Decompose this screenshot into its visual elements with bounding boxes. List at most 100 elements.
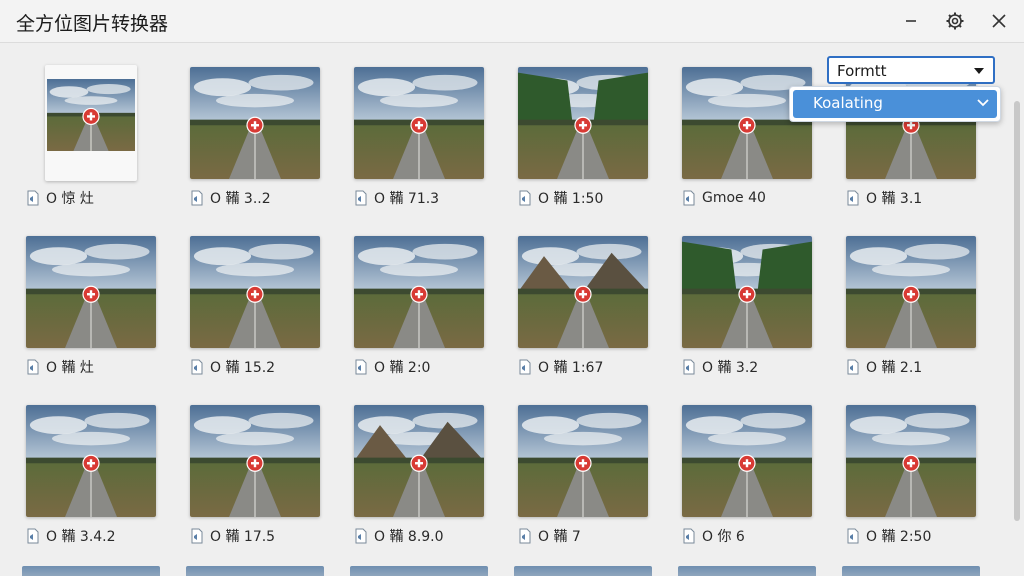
content-area: O 惊 灶 O 鞴 3..2 O 鞴 71.3 O 鞴 1:50 Gmoe 40… [0,43,1024,576]
image-card[interactable]: O 鞴 71.3 [350,63,488,207]
thumbnail-frame [350,232,488,352]
image-thumbnail[interactable] [354,236,484,348]
image-label: O 鞴 8.9.0 [374,529,444,545]
format-dropdown: Koalating [789,86,1001,122]
file-icon [683,190,695,206]
image-label: O 鞴 7 [538,529,581,545]
image-thumbnail[interactable] [846,236,976,348]
partial-thumbnail[interactable] [186,566,324,576]
image-card[interactable]: Gmoe 40 [678,63,816,206]
thumbnail-frame [186,401,324,521]
partial-thumbnail[interactable] [350,566,488,576]
image-card[interactable]: O 鞴 3.1 [842,63,980,207]
dropdown-option[interactable]: Koalating [793,90,997,118]
image-thumbnail[interactable] [518,67,648,179]
image-card[interactable]: O 鞴 灶 [22,232,160,376]
format-select[interactable]: Formtt [827,56,995,84]
image-caption: O 鞴 17.5 [190,527,275,545]
partial-thumbnail[interactable] [678,566,816,576]
image-card[interactable]: O 鞴 2:0 [350,232,488,376]
partial-thumbnail[interactable] [842,566,980,576]
file-icon [191,528,203,544]
image-thumbnail[interactable] [682,405,812,517]
image-card[interactable]: O 鞴 7 [514,401,652,545]
image-label: O 你 6 [702,529,745,545]
image-thumbnail[interactable] [190,405,320,517]
image-caption: O 惊 灶 [26,189,94,207]
image-thumbnail[interactable] [190,67,320,179]
image-thumbnail[interactable] [518,236,648,348]
image-thumbnail[interactable] [354,405,484,517]
file-icon [847,528,859,544]
thumbnail-frame [350,401,488,521]
thumbnail-frame [186,232,324,352]
image-label: O 鞴 2.1 [866,360,923,376]
image-card[interactable]: O 你 6 [678,401,816,545]
thumbnail-frame [678,63,816,183]
image-caption: O 鞴 灶 [26,358,94,376]
thumbnail-frame [350,63,488,183]
scrollbar[interactable] [1014,101,1020,521]
image-caption: O 鞴 3.2 [682,358,758,376]
thumbnail-frame [186,63,324,183]
dropdown-option-label: Koalating [813,94,883,112]
image-thumbnail[interactable] [518,405,648,517]
image-caption: O 鞴 3.4.2 [26,527,116,545]
image-caption: O 鞴 1:50 [518,189,603,207]
image-card[interactable]: O 鞴 8.9.0 [350,401,488,545]
partial-thumbnail[interactable] [22,566,160,576]
title-bar: 全方位图片转换器 [0,0,1024,43]
image-card[interactable]: O 鞴 17.5 [186,401,324,545]
image-card[interactable]: O 鞴 15.2 [186,232,324,376]
image-card[interactable]: O 惊 灶 [22,63,160,207]
file-icon [355,190,367,206]
image-thumbnail[interactable] [190,236,320,348]
file-icon [27,190,39,206]
image-thumbnail[interactable] [26,236,156,348]
chevron-down-icon [974,68,984,74]
file-icon [683,528,695,544]
image-card[interactable]: O 鞴 1:67 [514,232,652,376]
image-label: Gmoe 40 [702,190,766,206]
image-caption: O 鞴 2.1 [846,358,922,376]
file-icon [191,359,203,375]
image-card[interactable]: O 鞴 3.2 [678,232,816,376]
image-thumbnail[interactable] [682,67,812,179]
settings-button[interactable] [940,6,970,36]
image-thumbnail[interactable] [45,65,137,181]
file-icon [27,528,39,544]
image-thumbnail[interactable] [682,236,812,348]
minimize-button[interactable] [896,6,926,36]
app-title: 全方位图片转换器 [16,13,169,35]
file-icon [191,190,203,206]
thumbnail-frame [678,232,816,352]
image-label: O 鞴 3..2 [210,191,271,207]
close-button[interactable] [984,6,1014,36]
file-icon [519,190,531,206]
image-thumbnail[interactable] [26,405,156,517]
image-caption: Gmoe 40 [682,189,766,207]
image-thumbnail[interactable] [846,405,976,517]
thumbnail-frame [842,232,980,352]
thumbnail-frame [514,232,652,352]
thumbnail-frame [22,63,160,183]
thumbnail-frame [514,63,652,183]
image-caption: O 鞴 3..2 [190,189,271,207]
image-label: O 鞴 71.3 [374,191,440,207]
partial-thumbnail[interactable] [514,566,652,576]
file-icon [355,359,367,375]
image-card[interactable]: O 鞴 2:50 [842,401,980,545]
chevron-down-icon [977,99,989,107]
image-card[interactable]: O 鞴 2.1 [842,232,980,376]
minimize-icon [906,20,916,22]
thumbnail-frame [22,401,160,521]
image-caption: O 鞴 1:67 [518,358,603,376]
image-label: O 鞴 3.4.2 [46,529,116,545]
image-card[interactable]: O 鞴 1:50 [514,63,652,207]
image-card[interactable]: O 鞴 3.4.2 [22,401,160,545]
close-icon [992,14,1006,28]
image-card[interactable]: O 鞴 3..2 [186,63,324,207]
image-thumbnail[interactable] [354,67,484,179]
image-label: O 鞴 2:50 [866,529,932,545]
next-row-preview [22,566,980,576]
